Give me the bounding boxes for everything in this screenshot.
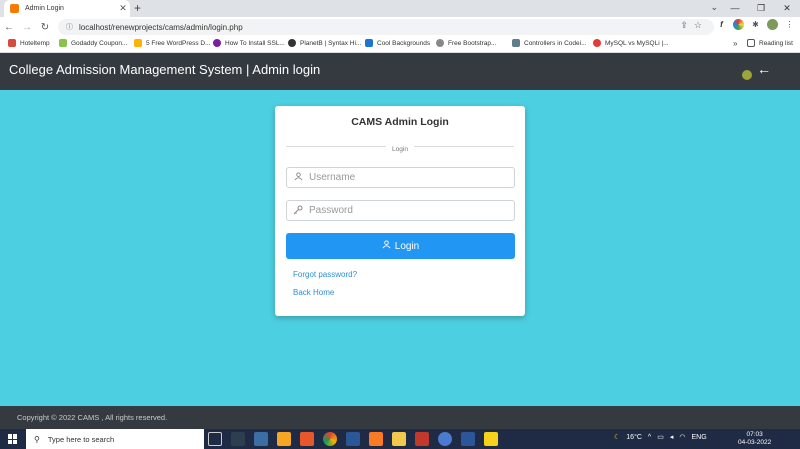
bookmark-icon	[593, 39, 601, 47]
user-icon	[287, 172, 309, 183]
login-button-label: Login	[394, 240, 420, 252]
clock[interactable]: 07:03 04-03-2022	[738, 431, 771, 447]
copyright-text: Copyright © 2022 CAMS , All rights reser…	[17, 413, 168, 422]
bookmark-icon	[436, 39, 444, 47]
bookmark-item[interactable]: 5 Free WordPress D...	[134, 39, 211, 47]
app-icon[interactable]	[346, 432, 360, 446]
tab-close-icon[interactable]: ✕	[116, 3, 130, 14]
system-tray: ☾ 16°C ^ ▭ ◂ ◠ ENG	[614, 433, 707, 442]
app-icon[interactable]	[231, 432, 245, 446]
more-bookmarks-icon[interactable]: »	[733, 39, 737, 48]
formula-extension-icon[interactable]: f	[716, 19, 727, 30]
window-close-icon[interactable]: ✕	[774, 0, 800, 17]
address-bar[interactable]: ⓘ localhost/renewprojects/cams/admin/log…	[58, 19, 714, 35]
bookmarks-bar: Hoteltemp Godaddy Coupon... 5 Free WordP…	[0, 37, 800, 53]
chrome-icon[interactable]	[323, 432, 337, 446]
back-arrow-icon[interactable]: ←	[757, 61, 771, 77]
volume-icon[interactable]: ◂	[670, 433, 674, 441]
reading-list-button[interactable]: Reading list	[747, 39, 793, 47]
login-card-title: CAMS Admin Login	[351, 116, 449, 128]
bookmark-item[interactable]: Hoteltemp	[8, 39, 50, 47]
bookmark-icon	[213, 39, 221, 47]
url-text[interactable]: localhost/renewprojects/cams/admin/login…	[79, 23, 243, 32]
window-controls: — ❐ ✕	[722, 0, 800, 17]
windows-start-icon[interactable]	[8, 434, 18, 444]
language-indicator[interactable]: ENG	[691, 434, 706, 441]
back-home-link[interactable]: Back Home	[293, 288, 334, 297]
new-tab-icon[interactable]: +	[134, 1, 141, 15]
app-icon[interactable]	[254, 432, 268, 446]
info-icon[interactable]: ⓘ	[66, 22, 73, 32]
username-field[interactable]	[286, 167, 515, 188]
os-taskbar: ⚲ Type here to search ☾ 16°C ^ ▭ ◂ ◠ ENG…	[0, 429, 800, 449]
bookmark-item[interactable]: Free Bootstrap...	[436, 39, 496, 47]
reading-list-icon	[747, 39, 755, 47]
forgot-password-link[interactable]: Forgot password?	[293, 270, 357, 279]
app-header: College Admission Management System | Ad…	[0, 53, 800, 90]
puzzle-icon[interactable]: ✱	[750, 19, 761, 30]
weather-icon: ☾	[614, 434, 621, 441]
back-icon[interactable]: ←	[0, 22, 18, 33]
bookmark-item[interactable]: Controllers in Codei...	[512, 39, 587, 47]
taskbar-search-placeholder: Type here to search	[47, 434, 115, 444]
divider-label: Login	[275, 140, 525, 154]
file-explorer-icon[interactable]	[392, 432, 406, 446]
user-icon	[382, 240, 391, 252]
taskbar-apps	[208, 432, 498, 446]
tab-favicon-icon	[10, 4, 19, 13]
login-card: CAMS Admin Login Login Login Forgot pass…	[275, 106, 525, 316]
key-icon	[287, 205, 309, 217]
maximize-icon[interactable]: ❐	[748, 0, 774, 17]
forward-icon[interactable]: →	[18, 22, 36, 33]
app-icon[interactable]	[415, 432, 429, 446]
taskbar-search[interactable]: ⚲ Type here to search	[26, 429, 204, 449]
password-field[interactable]	[286, 200, 515, 221]
xampp-icon[interactable]	[369, 432, 383, 446]
bookmark-icon	[512, 39, 520, 47]
login-button[interactable]: Login	[286, 233, 515, 259]
bookmark-item[interactable]: Cool Backgrounds	[365, 39, 430, 47]
browser-tabstrip: Admin Login ✕ + ⌄ — ❐ ✕	[0, 0, 800, 17]
bookmark-item[interactable]: Godaddy Coupon...	[59, 39, 127, 47]
search-icon: ⚲	[34, 434, 40, 444]
profile-avatar-icon[interactable]	[767, 19, 778, 30]
wifi-icon[interactable]: ◠	[679, 433, 685, 441]
extensions-area: f ✱ ⋮	[716, 19, 795, 30]
bookmark-icon	[8, 39, 16, 47]
page-title: College Admission Management System | Ad…	[9, 62, 321, 77]
menu-icon[interactable]: ⋮	[784, 19, 795, 30]
chrome-active-icon[interactable]	[438, 432, 452, 446]
reload-icon[interactable]: ↻	[36, 22, 54, 33]
minimize-icon[interactable]: —	[722, 0, 748, 17]
clock-date: 04-03-2022	[738, 439, 772, 446]
footer: Copyright © 2022 CAMS , All rights reser…	[0, 406, 800, 429]
bookmark-icon	[134, 39, 142, 47]
chevron-up-icon[interactable]: ^	[648, 434, 651, 441]
weather-temp[interactable]: 16°C	[626, 434, 642, 441]
bookmark-item[interactable]: MySQL vs MySQLi |...	[593, 39, 669, 47]
network-icon[interactable]: ▭	[657, 433, 664, 441]
browser-toolbar: ← → ↻ ⓘ localhost/renewprojects/cams/adm…	[0, 17, 800, 37]
username-input[interactable]	[309, 172, 514, 183]
clock-time: 07:03	[746, 431, 763, 438]
bookmark-icon	[59, 39, 67, 47]
sticky-notes-icon[interactable]	[484, 432, 498, 446]
task-view-icon[interactable]	[208, 432, 222, 446]
bookmark-item[interactable]: How To Install SSL...	[213, 39, 285, 47]
mouse-cursor-highlight	[742, 70, 752, 80]
share-icon[interactable]: ⇪☆	[680, 20, 708, 31]
password-input[interactable]	[309, 205, 514, 216]
word-icon[interactable]	[461, 432, 475, 446]
bookmark-icon	[288, 39, 296, 47]
bookmark-item[interactable]: PlanetB | Syntax Hi...	[288, 39, 361, 47]
browser-tab[interactable]: Admin Login ✕	[4, 0, 130, 17]
bookmark-icon	[365, 39, 373, 47]
sublime-icon[interactable]	[277, 432, 291, 446]
tab-title: Admin Login	[25, 5, 64, 12]
app-icon[interactable]	[300, 432, 314, 446]
tab-search-chevron-icon[interactable]: ⌄	[710, 2, 718, 13]
main-content: CAMS Admin Login Login Login Forgot pass…	[0, 90, 800, 406]
color-extension-icon[interactable]	[733, 19, 744, 30]
